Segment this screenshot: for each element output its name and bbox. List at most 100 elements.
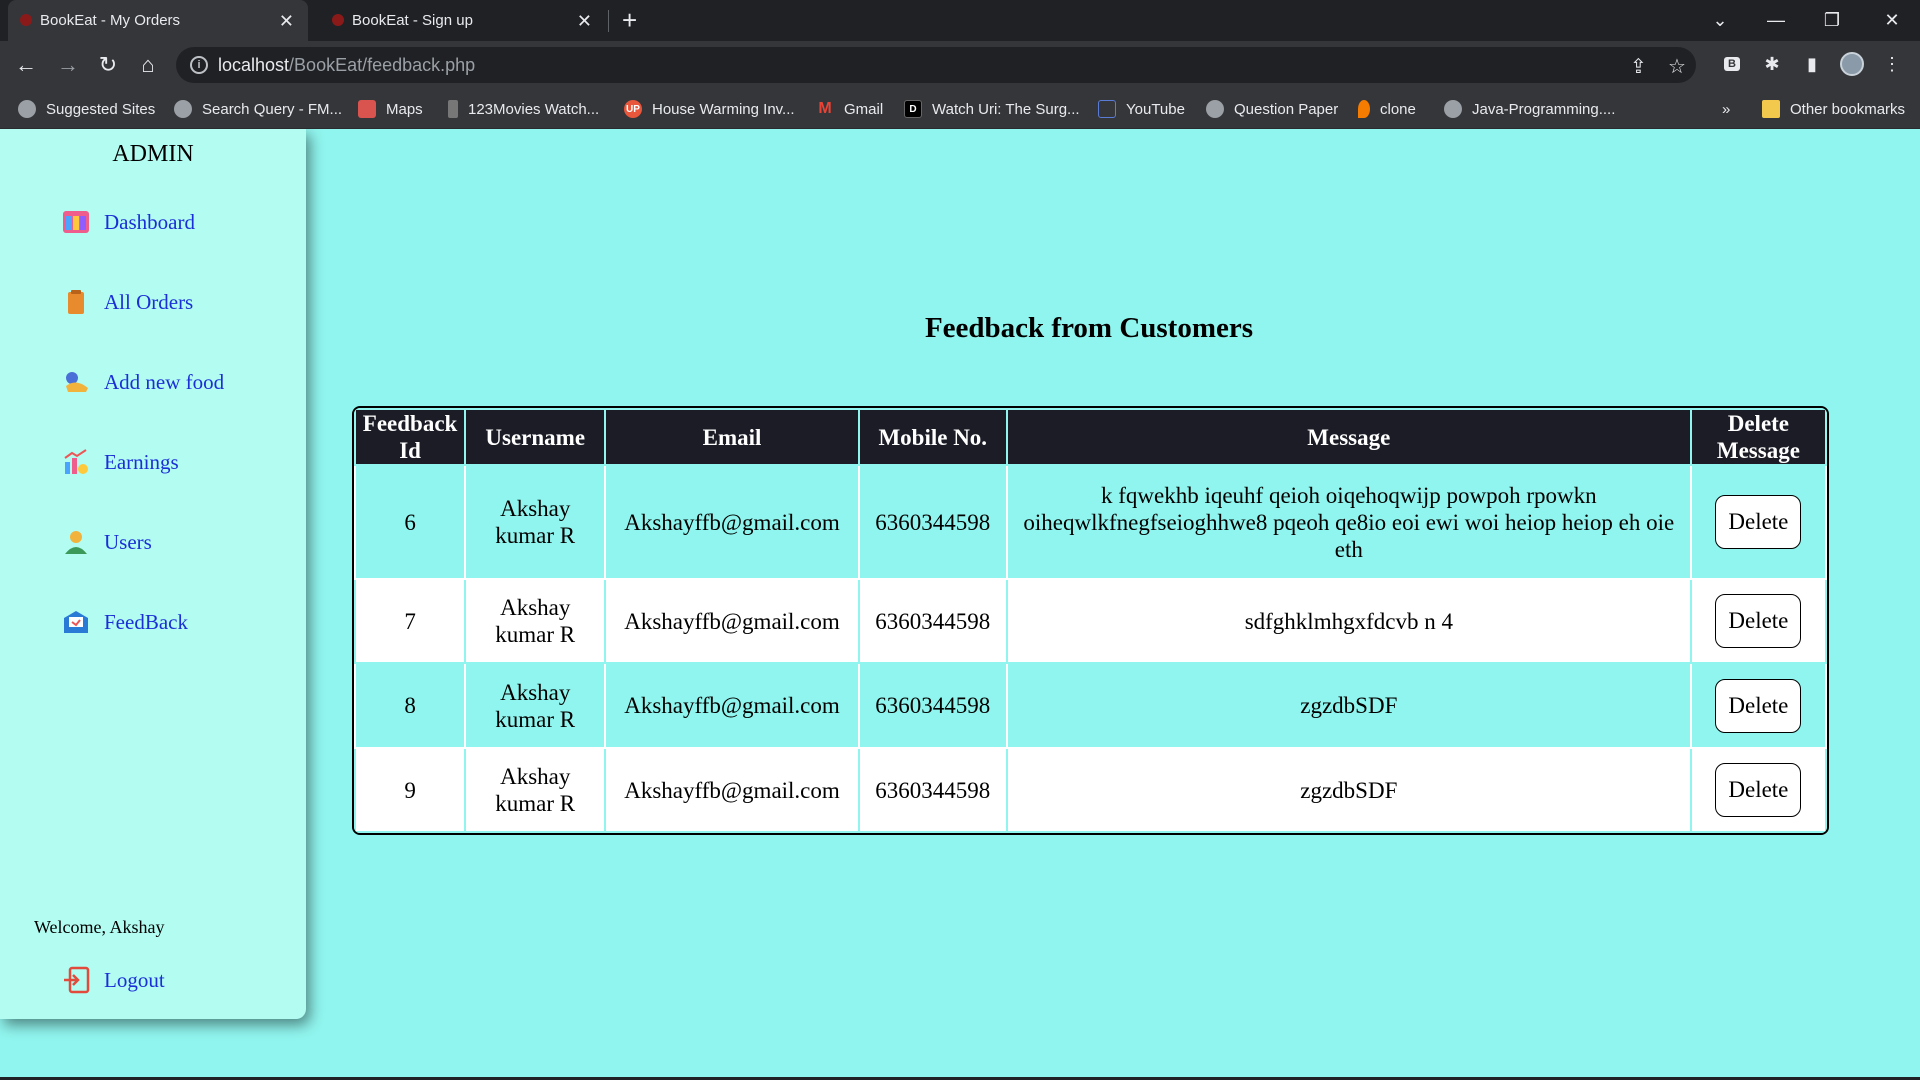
delete-button[interactable]: Delete [1715, 594, 1802, 648]
reload-icon[interactable]: ↻ [92, 49, 124, 81]
bookmark-question-paper[interactable]: Question Paper [1206, 89, 1338, 129]
restore-icon[interactable]: ❐ [1804, 0, 1860, 41]
minimize-icon[interactable]: — [1748, 0, 1804, 41]
cell-username: Akshay kumar R [464, 578, 607, 664]
profile-avatar[interactable] [1839, 51, 1865, 77]
bookmark-label: Gmail [844, 100, 884, 118]
delete-button[interactable]: Delete [1715, 678, 1802, 733]
table-row: 8 Akshay kumar R Akshayffb@gmail.com 636… [354, 662, 1827, 749]
forward-icon[interactable]: → [52, 49, 84, 81]
table-row: 6 Akshay kumar R Akshayffb@gmail.com 636… [354, 464, 1827, 580]
cell-message: sdfghklmhgxfdcvb n 4 [1005, 578, 1692, 664]
bookmark-other[interactable]: Other bookmarks [1762, 89, 1905, 129]
bookmark-watch-uri[interactable]: D Watch Uri: The Surg... [904, 89, 1080, 129]
bookmark-gmail[interactable]: M Gmail [816, 89, 883, 129]
table-row: 9 Akshay kumar R Akshayffb@gmail.com 636… [354, 747, 1827, 833]
feedback-icon [62, 608, 90, 636]
tab-close-icon[interactable]: ✕ [577, 12, 592, 30]
bookmark-label: House Warming Inv... [652, 100, 795, 118]
sidebar-title: ADMIN [112, 141, 194, 167]
cell-username: Akshay kumar R [464, 662, 607, 749]
tab-title: BookEat - My Orders [40, 12, 181, 29]
address-bar[interactable]: i localhost/BookEat/feedback.php ⇪ ☆ [176, 47, 1696, 83]
window-close-icon[interactable]: ✕ [1864, 0, 1920, 41]
menu-kebab-icon[interactable]: ⋮ [1879, 51, 1905, 77]
orders-icon [62, 288, 90, 316]
bookmark-suggested-sites[interactable]: Suggested Sites [18, 89, 155, 129]
tab-sign-up[interactable]: BookEat - Sign up ✕ [320, 0, 606, 41]
sidebar-item-label: Add new food [104, 369, 225, 394]
cell-action: Delete [1689, 662, 1827, 749]
bookmark-label: Search Query - FM... [202, 100, 343, 118]
new-tab-icon[interactable]: + [622, 6, 637, 34]
extension-b-icon[interactable]: B [1719, 51, 1745, 77]
delete-button[interactable]: Delete [1715, 495, 1802, 549]
header-delete-message: Delete Message [1689, 408, 1827, 466]
share-icon[interactable]: ⇪ [1630, 54, 1647, 79]
header-feedback-id: Feedback Id [354, 408, 467, 466]
bookmark-123movies[interactable]: 123Movies Watch... [448, 89, 599, 129]
globe-icon [1444, 100, 1462, 118]
bookmark-youtube[interactable]: YouTube [1098, 89, 1185, 129]
extensions-puzzle-icon[interactable]: ✱ [1759, 51, 1785, 77]
bookmark-label: Other bookmarks [1790, 100, 1906, 118]
gmail-icon: M [818, 100, 832, 117]
bookmark-search-query[interactable]: Search Query - FM... [174, 89, 342, 129]
tab-close-icon[interactable]: ✕ [279, 12, 294, 30]
cell-username: Akshay kumar R [464, 747, 607, 833]
bookmark-label: clone [1380, 100, 1416, 118]
feedback-table: Feedback Id Username Email Mobile No. Me… [352, 406, 1829, 835]
favicon-icon [20, 14, 32, 26]
cell-action: Delete [1689, 464, 1827, 580]
earnings-icon [62, 448, 90, 476]
d-icon: D [904, 100, 922, 118]
sidebar-item-add-new-food[interactable]: Add new food [62, 367, 224, 397]
tab-my-orders[interactable]: BookEat - My Orders ✕ [8, 0, 308, 41]
cell-mobile: 6360344598 [857, 578, 1008, 664]
back-icon[interactable]: ← [10, 49, 42, 81]
bookmark-maps[interactable]: Maps [358, 89, 423, 129]
cell-username: Akshay kumar R [464, 464, 607, 580]
bookmark-clone[interactable]: clone [1358, 89, 1416, 129]
admin-sidebar: ADMIN Dashboard All Orders Add new food … [0, 129, 306, 1019]
delete-button[interactable]: Delete [1715, 763, 1802, 817]
cell-id: 7 [354, 578, 467, 664]
bookmark-label: 123Movies Watch... [468, 100, 600, 118]
browser-toolbar: ← → ↻ ⌂ i localhost/BookEat/feedback.php… [0, 41, 1920, 89]
side-panel-icon[interactable]: ▮ [1799, 51, 1825, 77]
globe-icon [18, 100, 36, 118]
more-bookmarks-icon[interactable]: » [1722, 89, 1730, 129]
bookmark-label: Suggested Sites [46, 100, 156, 118]
cell-email: Akshayffb@gmail.com [604, 578, 860, 664]
cell-message: k fqwekhb iqeuhf qeioh oiqehoqwijp powpo… [1005, 464, 1692, 580]
bookmark-java-programming[interactable]: Java-Programming.... [1444, 89, 1615, 129]
welcome-text: Welcome, Akshay [34, 917, 165, 937]
sidebar-item-users[interactable]: Users [62, 527, 152, 557]
site-info-icon[interactable]: i [190, 56, 208, 74]
globe-icon [1206, 100, 1224, 118]
logout-link[interactable]: Logout [62, 965, 165, 995]
cell-mobile: 6360344598 [857, 662, 1008, 749]
sidebar-item-all-orders[interactable]: All Orders [62, 287, 193, 317]
food-icon [62, 368, 90, 396]
sidebar-item-earnings[interactable]: Earnings [62, 447, 179, 477]
cell-action: Delete [1689, 747, 1827, 833]
favicon-icon [332, 14, 344, 26]
cell-email: Akshayffb@gmail.com [604, 662, 860, 749]
globe-icon [174, 100, 192, 118]
sidebar-item-feedback[interactable]: FeedBack [62, 607, 188, 637]
bookmark-house-warming[interactable]: UP House Warming Inv... [624, 89, 795, 129]
maps-icon [358, 100, 376, 118]
sidebar-item-dashboard[interactable]: Dashboard [62, 207, 195, 237]
bookmark-star-icon[interactable]: ☆ [1668, 54, 1686, 79]
tab-search-icon[interactable]: ⌄ [1692, 0, 1748, 41]
url-host: localhost [218, 54, 290, 75]
users-icon [62, 528, 90, 556]
cell-id: 8 [354, 662, 467, 749]
home-icon[interactable]: ⌂ [132, 49, 164, 81]
url-path: /BookEat/feedback.php [289, 54, 476, 75]
table-header-row: Feedback Id Username Email Mobile No. Me… [354, 408, 1827, 466]
cell-action: Delete [1689, 578, 1827, 664]
sidebar-item-label: Users [104, 529, 152, 554]
cell-message: zgzdbSDF [1005, 747, 1692, 833]
